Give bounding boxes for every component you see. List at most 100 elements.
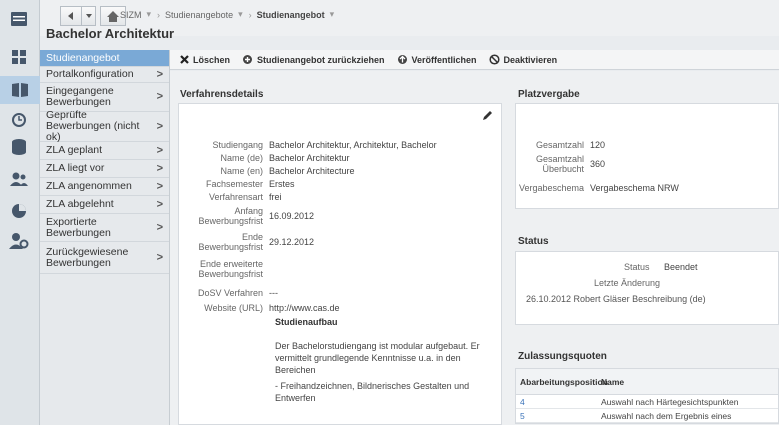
- sidebar-item-eingegangene[interactable]: Eingegangene Bewerbungen >: [40, 83, 169, 112]
- chevron-right-icon: >: [156, 198, 163, 210]
- sidebar-item-label: ZLA liegt vor: [46, 162, 105, 174]
- table-row[interactable]: 4 Auswahl nach Härtegesichtspunkten: [516, 395, 778, 409]
- field-label: Name (en): [220, 166, 263, 176]
- field-row: Gesamtzahl Überbucht 360: [500, 154, 605, 174]
- field-row: Name (en) Bachelor Architecture: [179, 166, 355, 176]
- field-label: Name (de): [220, 153, 263, 163]
- field-label: Anfang Bewerbungsfrist: [198, 206, 263, 226]
- chevron-right-icon: >: [156, 221, 163, 233]
- icon-rail: [0, 0, 40, 425]
- sidebar-item-zla-abgelehnt[interactable]: ZLA abgelehnt >: [40, 196, 169, 214]
- person-settings-icon[interactable]: [8, 230, 30, 252]
- breadcrumb-item[interactable]: Studienangebote: [165, 10, 233, 20]
- close-icon: [180, 55, 189, 64]
- sidebar-item-portalkonfiguration[interactable]: Portalkonfiguration >: [40, 67, 169, 83]
- breadcrumb-separator-icon: ›: [248, 9, 252, 20]
- sidebar-item-gepruefte[interactable]: Geprüfte Bewerbungen (nicht ok) >: [40, 110, 169, 143]
- field-row: Studiengang Bachelor Architektur, Archit…: [179, 140, 437, 150]
- verfahrensdetails-card: Studiengang Bachelor Architektur, Archit…: [178, 103, 502, 425]
- publish-label: Veröffentlichen: [411, 54, 477, 65]
- withdraw-icon: [242, 54, 253, 65]
- home-icon[interactable]: [8, 8, 30, 30]
- withdraw-button[interactable]: Studienangebot zurückziehen: [242, 54, 385, 65]
- breadcrumb-item-current[interactable]: Studienangebot: [257, 10, 325, 20]
- table-row[interactable]: 5 Auswahl nach dem Ergebnis eines: [516, 409, 778, 423]
- sidebar-item-label: Studienangebot: [46, 51, 120, 64]
- website-link[interactable]: http://www.cas.de: [269, 303, 340, 313]
- sidebar-item-label: Portalkonfiguration: [46, 68, 134, 80]
- sidebar-item-exportierte[interactable]: Exportierte Bewerbungen >: [40, 214, 169, 242]
- chevron-down-icon[interactable]: ▾: [238, 9, 243, 20]
- edit-pencil-icon[interactable]: [482, 110, 493, 124]
- last-change-label: Letzte Änderung: [594, 278, 661, 288]
- field-row: Verfahrensart frei: [179, 192, 282, 202]
- zulassungsquoten-table: Abarbeitungsposition Name 4 Auswahl nach…: [515, 368, 779, 424]
- field-value: Bachelor Architektur: [269, 153, 350, 163]
- chevron-right-icon: >: [156, 68, 163, 80]
- withdraw-label: Studienangebot zurückziehen: [257, 54, 385, 65]
- pie-chart-icon[interactable]: [8, 200, 30, 222]
- sidebar-item-label: ZLA angenommen: [46, 180, 132, 192]
- deactivate-button[interactable]: Deaktivieren: [488, 54, 557, 65]
- apps-grid-icon[interactable]: [8, 46, 30, 68]
- platzvergabe-title: Platzvergabe: [518, 89, 580, 100]
- page-title: Bachelor Architektur: [46, 26, 175, 41]
- last-change-value: 26.10.2012 Robert Gläser Beschreibung (d…: [526, 294, 706, 304]
- sidebar-item-studienangebot[interactable]: Studienangebot: [40, 50, 169, 67]
- status-card: Status Beendet Letzte Änderung 26.10.201…: [515, 251, 779, 325]
- chevron-right-icon: >: [156, 251, 163, 263]
- status-title: Status: [518, 236, 549, 247]
- book-icon[interactable]: [0, 76, 40, 104]
- main-content: Verfahrensdetails Studiengang Bachelor A…: [170, 71, 779, 425]
- chevron-right-icon: >: [156, 90, 163, 103]
- alarm-clock-icon[interactable]: [8, 108, 30, 130]
- studienaufbau-text: Der Bachelorstudiengang ist modular aufg…: [275, 341, 480, 375]
- field-value: ---: [269, 288, 278, 298]
- position-link[interactable]: 5: [516, 411, 599, 421]
- sidebar-item-zla-liegt-vor[interactable]: ZLA liegt vor >: [40, 160, 169, 178]
- field-value: Erstes: [269, 179, 295, 189]
- sidebar-item-label: Eingegangene Bewerbungen: [46, 85, 114, 108]
- publish-button[interactable]: Veröffentlichen: [397, 54, 477, 65]
- users-icon[interactable]: [8, 168, 30, 190]
- delete-button[interactable]: Löschen: [180, 55, 230, 65]
- block-icon: [488, 54, 500, 65]
- sidebar: Studienangebot Portalkonfiguration > Ein…: [40, 50, 170, 425]
- house-icon: [107, 10, 119, 22]
- breadcrumb-separator-icon: ›: [157, 9, 161, 20]
- field-row: Anfang Bewerbungsfrist 16.09.2012: [179, 206, 314, 226]
- field-value: 16.09.2012: [269, 211, 315, 221]
- sidebar-item-zla-angenommen[interactable]: ZLA angenommen >: [40, 178, 169, 196]
- field-label: Verfahrensart: [208, 192, 263, 202]
- history-dropdown-button[interactable]: [82, 6, 96, 26]
- field-value: Bachelor Architecture: [269, 166, 355, 176]
- sidebar-item-zla-geplant[interactable]: ZLA geplant >: [40, 142, 169, 160]
- chevron-down-icon[interactable]: ▾: [330, 9, 335, 20]
- sidebar-item-zurueckgewiesene[interactable]: Zurückgewiesene Bewerbungen >: [40, 242, 169, 274]
- field-row: Ende erweiterte Bewerbungsfrist: [179, 259, 269, 279]
- field-label: Vergabeschema: [518, 183, 584, 193]
- column-header[interactable]: Name: [599, 377, 624, 387]
- field-label: DoSV Verfahren: [197, 288, 263, 298]
- chevron-right-icon: >: [156, 180, 163, 192]
- field-row: Vergabeschema Vergabeschema NRW: [500, 183, 679, 193]
- chevron-right-icon: >: [156, 144, 163, 156]
- field-value: Bachelor Architektur, Architektur, Bache…: [269, 140, 437, 150]
- sidebar-item-label: Zurückgewiesene Bewerbungen: [46, 245, 129, 269]
- studienaufbau-heading: Studienaufbau: [275, 317, 338, 327]
- chevron-right-icon: >: [156, 162, 163, 174]
- position-link[interactable]: 4: [516, 397, 599, 407]
- column-header[interactable]: Abarbeitungsposition: [516, 377, 608, 387]
- database-icon[interactable]: [8, 136, 30, 158]
- field-row: Ende Bewerbungsfrist 29.12.2012: [179, 232, 314, 252]
- action-toolbar: Löschen Studienangebot zurückziehen Verö…: [170, 50, 779, 70]
- field-value: frei: [269, 192, 282, 202]
- chevron-down-icon[interactable]: ▾: [147, 9, 152, 20]
- field-row: Name (de) Bachelor Architektur: [179, 153, 350, 163]
- back-button[interactable]: [60, 6, 82, 26]
- zulassungsquoten-title: Zulassungsquoten: [518, 351, 607, 362]
- status-badge: Beendet: [664, 262, 698, 272]
- platzvergabe-card: Gesamtzahl 120 Gesamtzahl Überbucht 360 …: [515, 103, 779, 209]
- breadcrumb-item[interactable]: SIZM: [120, 10, 142, 20]
- field-label: Gesamtzahl Überbucht: [535, 154, 584, 174]
